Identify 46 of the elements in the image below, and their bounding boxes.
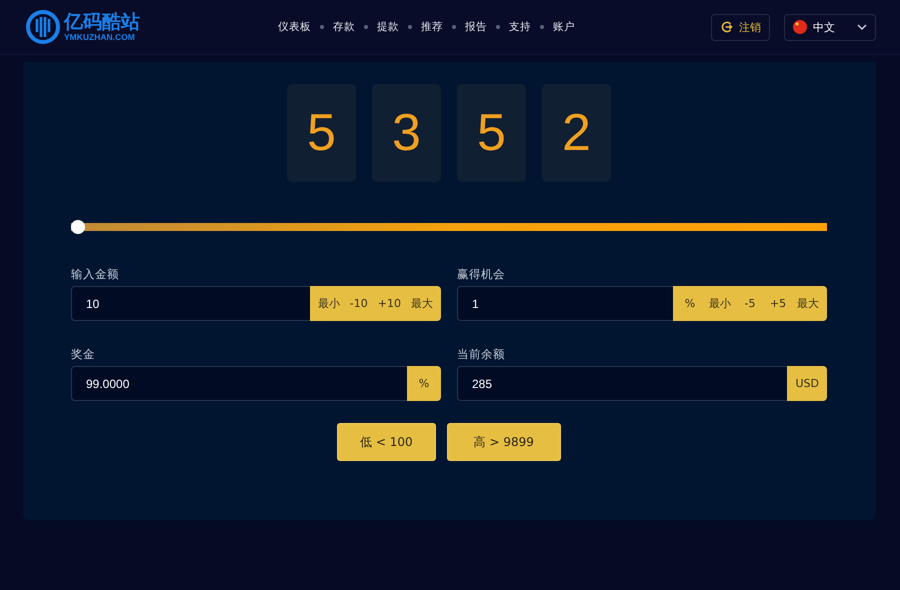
addon-button[interactable]: +5 (764, 286, 792, 321)
addon-button[interactable]: 最大 (406, 286, 438, 321)
field-label: 奖金 (71, 347, 96, 363)
addon-button[interactable]: 最大 (792, 286, 824, 321)
nav-link[interactable]: 账户 (553, 20, 575, 34)
nav-link[interactable]: 提款 (377, 20, 399, 34)
nav-link[interactable]: 仪表板 (278, 20, 311, 34)
addon-button[interactable]: % (676, 286, 704, 321)
nav-link[interactable]: 支持 (509, 20, 531, 34)
result-digit: 2 (542, 84, 611, 182)
logout-button[interactable]: 注销 (711, 14, 770, 40)
slider[interactable] (71, 220, 827, 234)
result-digit: 5 (287, 84, 356, 182)
nav-separator-dot (408, 25, 412, 29)
result-digit: 5 (457, 84, 526, 182)
nav-separator-dot (452, 25, 456, 29)
nav-link[interactable]: 推荐 (421, 20, 443, 34)
nav-separator-dot (496, 25, 500, 29)
nav-separator-dot (540, 25, 544, 29)
addon-button[interactable]: +10 (372, 286, 406, 321)
field-label: 当前余额 (457, 347, 506, 363)
flag-icon (793, 20, 807, 34)
input-field[interactable]: 285 (457, 366, 788, 401)
logout-icon (721, 21, 733, 33)
chevron-down-icon (857, 24, 867, 30)
logo-title: 亿码酷站 (64, 12, 140, 32)
bet-button[interactable]: 高 > 9899 (446, 423, 561, 461)
input-field[interactable]: 99.0000 (71, 366, 407, 401)
addon-button[interactable]: -5 (736, 286, 764, 321)
bet-button[interactable]: 低 < 100 (337, 423, 436, 461)
result-digit: 3 (372, 84, 441, 182)
slider-thumb[interactable] (71, 220, 85, 234)
logo-subtitle: YMKUZHAN.COM (64, 32, 136, 42)
input-field[interactable]: 10 (71, 286, 310, 321)
field-label: 赢得机会 (457, 267, 506, 283)
nav-separator-dot (364, 25, 368, 29)
addon-button[interactable]: -10 (344, 286, 373, 321)
nav-link[interactable]: 存款 (333, 20, 355, 34)
logo-icon (26, 10, 60, 44)
input-field[interactable]: 1 (457, 286, 673, 321)
nav-separator-dot (320, 25, 324, 29)
addon-button[interactable]: 最小 (312, 286, 345, 321)
language-select[interactable]: 中文 (784, 14, 876, 40)
nav-link[interactable]: 报告 (465, 20, 487, 34)
field-label: 输入金额 (71, 267, 120, 283)
addon-button[interactable]: 最小 (704, 286, 736, 321)
